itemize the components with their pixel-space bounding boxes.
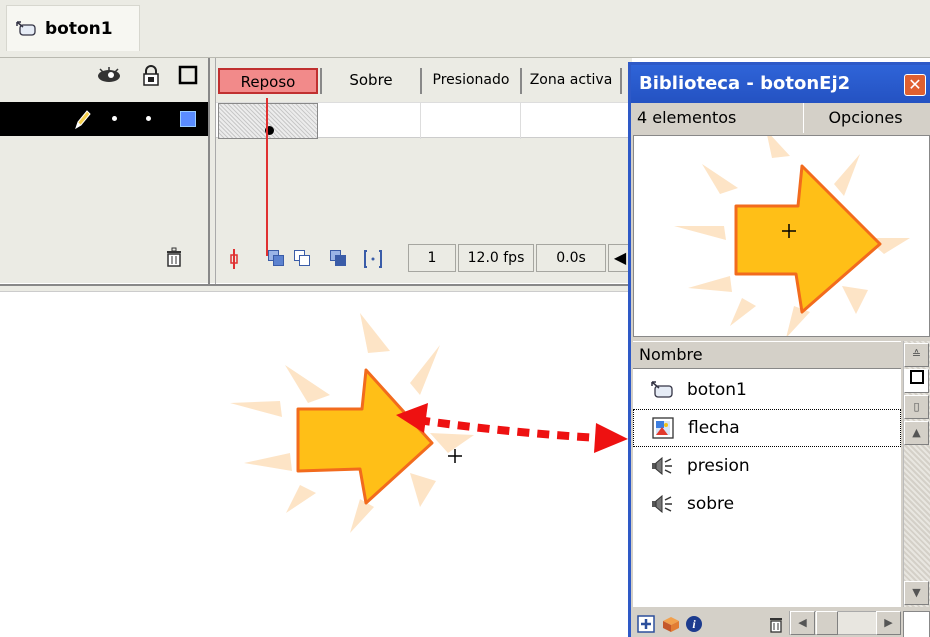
onion-skin-icon[interactable] <box>266 248 286 268</box>
library-list: boton1 flecha presion sobre <box>633 369 901 607</box>
pencil-icon <box>72 108 92 135</box>
visibility-dot[interactable] <box>112 116 117 121</box>
symbol-breadcrumb[interactable]: boton1 <box>6 5 140 51</box>
options-menu[interactable]: Opciones <box>803 103 927 133</box>
eye-icon[interactable] <box>96 65 122 90</box>
button-symbol-icon <box>649 378 675 402</box>
lock-icon[interactable] <box>142 65 160 92</box>
item-label: boton1 <box>687 380 747 400</box>
library-scrollbar[interactable]: ≙ ▯ ▲ ▼ <box>903 341 930 607</box>
library-title: Biblioteca - botonEj2 <box>639 73 851 94</box>
item-label: flecha <box>688 418 740 438</box>
button-symbol-icon <box>16 20 36 36</box>
column-header-name[interactable]: Nombre <box>633 341 901 369</box>
properties-icon[interactable]: i <box>685 615 703 633</box>
horizontal-scrollbar[interactable]: ◀ ▶ <box>789 611 901 635</box>
list-item[interactable]: sobre <box>633 485 901 523</box>
layer-row[interactable] <box>0 102 208 136</box>
narrow-view-icon[interactable]: ▯ <box>904 395 929 419</box>
onion-skin-outlines-icon[interactable] <box>292 248 312 268</box>
playhead[interactable] <box>266 98 268 256</box>
edit-multiple-frames-icon[interactable] <box>328 248 348 268</box>
item-label: presion <box>687 456 750 476</box>
scroll-right-button[interactable]: ▶ <box>876 611 901 635</box>
bitmap-icon <box>650 416 676 440</box>
library-preview <box>633 135 930 337</box>
state-presionado[interactable]: Presionado <box>420 68 520 94</box>
library-footer: i ◀ ▶ <box>631 607 930 637</box>
state-reposo[interactable]: Reposo <box>218 68 318 94</box>
list-item[interactable]: presion <box>633 447 901 485</box>
new-symbol-icon[interactable] <box>637 615 655 633</box>
timeline-panel: Reposo Sobre Presionado Zona activa 1 12… <box>0 58 632 292</box>
timeline-footer: 1 12.0 fps 0.0s ◀ <box>216 238 632 280</box>
layer-header <box>0 58 208 98</box>
layer-footer <box>0 238 208 276</box>
frame-divider <box>520 103 521 139</box>
keyframe-reposo[interactable] <box>218 103 318 139</box>
center-frame-icon[interactable] <box>224 248 244 269</box>
sound-icon <box>649 492 675 516</box>
layer-outline-color[interactable] <box>180 111 196 127</box>
list-item-selected[interactable]: flecha <box>633 409 901 447</box>
timeline-bottom-border <box>0 284 632 292</box>
resize-corner[interactable] <box>903 611 930 637</box>
scroll-thumb[interactable] <box>816 611 838 635</box>
scroll-up-button[interactable]: ▲ <box>904 421 929 445</box>
current-frame: 1 <box>408 244 456 272</box>
item-count: 4 elementos <box>637 108 737 127</box>
wide-view-icon[interactable] <box>904 369 929 393</box>
library-panel: Biblioteca - botonEj2 ✕ 4 elementos Opci… <box>628 62 930 637</box>
lock-dot[interactable] <box>146 116 151 121</box>
item-label: sobre <box>687 494 735 514</box>
scroll-left-button[interactable]: ◀ <box>790 611 815 635</box>
scroll-down-button[interactable]: ▼ <box>904 581 929 605</box>
state-sobre[interactable]: Sobre <box>320 68 420 94</box>
preview-canvas <box>674 136 910 336</box>
new-folder-icon[interactable] <box>661 615 679 633</box>
frame-rate: 12.0 fps <box>458 244 534 272</box>
list-item[interactable]: boton1 <box>633 371 901 409</box>
close-icon[interactable]: ✕ <box>904 74 926 96</box>
state-zona-activa[interactable]: Zona activa <box>520 68 622 94</box>
outline-square-icon[interactable] <box>178 65 198 90</box>
library-header: 4 elementos Opciones <box>631 103 930 135</box>
frame-divider <box>420 103 421 139</box>
edit-bar: boton1 <box>0 0 930 58</box>
stage[interactable] <box>0 293 630 637</box>
modify-onion-markers-icon[interactable] <box>362 248 382 268</box>
timeline-splitter[interactable] <box>208 58 216 284</box>
frame-row[interactable] <box>216 102 632 139</box>
delete-icon[interactable] <box>767 615 785 633</box>
sort-toggle-icon[interactable]: ≙ <box>904 343 929 367</box>
delete-layer-icon[interactable] <box>164 246 184 273</box>
elapsed-time: 0.0s <box>536 244 606 272</box>
symbol-name: boton1 <box>45 18 113 39</box>
library-titlebar[interactable]: Biblioteca - botonEj2 ✕ <box>631 65 930 103</box>
sound-icon <box>649 454 675 478</box>
frames-area: Reposo Sobre Presionado Zona activa 1 12… <box>216 58 632 284</box>
stage-canvas <box>230 313 628 533</box>
